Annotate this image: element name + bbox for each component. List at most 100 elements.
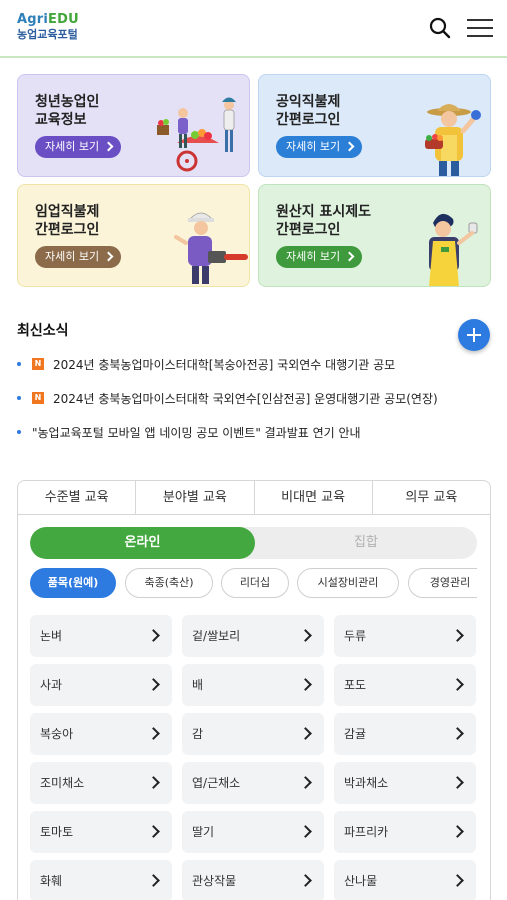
farmers-cart-illustration bbox=[157, 97, 236, 172]
chevron-right-icon bbox=[451, 727, 464, 740]
crop-grid-item-label: 사과 bbox=[40, 678, 63, 692]
crop-grid-item[interactable]: 겉/쌀보리 bbox=[182, 615, 324, 657]
bullet-dot bbox=[17, 362, 21, 366]
crop-grid-item-label: 파프리카 bbox=[344, 825, 389, 839]
crop-grid-item[interactable]: 관상작물 bbox=[182, 860, 324, 900]
chip-leadership[interactable]: 리더십 bbox=[221, 568, 289, 598]
card-detail-button[interactable]: 자세히 보기 bbox=[276, 136, 363, 158]
online-segment[interactable]: 온라인 bbox=[30, 527, 255, 559]
chevron-right-icon bbox=[147, 776, 160, 789]
crop-grid-item-label: 화훼 bbox=[40, 874, 63, 888]
latest-news-heading: 최신소식 bbox=[17, 323, 69, 339]
crop-grid-item[interactable]: 엽/근채소 bbox=[182, 762, 324, 804]
crop-grid-item-label: 배 bbox=[192, 678, 204, 692]
chevron-right-icon bbox=[299, 776, 312, 789]
crop-grid-item[interactable]: 복숭아 bbox=[30, 713, 172, 755]
online-offline-toggle: 온라인 집합 bbox=[30, 527, 477, 559]
forester-chainsaw-illustration bbox=[174, 212, 248, 284]
crop-grid-item-label: 겉/쌀보리 bbox=[192, 629, 241, 643]
tab-level-education[interactable]: 수준별 교육 bbox=[18, 481, 137, 514]
card-young-farmer-education[interactable]: 청년농업인 교육정보 자세히 보기 bbox=[17, 74, 250, 177]
chip-horticulture[interactable]: 품목(원예) bbox=[30, 568, 116, 598]
card-title: 원산지 표시제도 간편로그인 bbox=[276, 204, 372, 238]
chevron-right-icon bbox=[451, 629, 464, 642]
chevron-right-icon bbox=[299, 825, 312, 838]
crop-grid-item[interactable]: 파프리카 bbox=[334, 811, 476, 853]
vendor-apron-illustration bbox=[429, 213, 478, 286]
card-origin-labeling-login[interactable]: 원산지 표시제도 간편로그인 자세히 보기 bbox=[258, 184, 491, 287]
card-detail-button[interactable]: 자세히 보기 bbox=[35, 136, 122, 158]
chevron-right-icon bbox=[299, 727, 312, 740]
search-icon[interactable] bbox=[428, 16, 452, 40]
crop-grid-item-label: 딸기 bbox=[192, 825, 215, 839]
chevron-right-icon bbox=[147, 727, 160, 740]
crop-grid-item-label: 감귤 bbox=[344, 727, 367, 741]
crop-grid-item[interactable]: 박과채소 bbox=[334, 762, 476, 804]
chevron-right-icon bbox=[451, 825, 464, 838]
plus-icon[interactable] bbox=[458, 319, 490, 351]
crop-grid-item[interactable]: 산나물 bbox=[334, 860, 476, 900]
agriedu-logo[interactable]: AgriEDU 농업교육포털 bbox=[17, 12, 79, 42]
card-forestry-direct-payment-login[interactable]: 임업직불제 간편로그인 자세히 보기 bbox=[17, 184, 250, 287]
chevron-right-icon bbox=[451, 874, 464, 887]
card-detail-button[interactable]: 자세히 보기 bbox=[35, 246, 122, 268]
crop-grid-item-label: 복숭아 bbox=[40, 727, 74, 741]
crop-grid-item-label: 논벼 bbox=[40, 629, 63, 643]
hamburger-menu-icon[interactable] bbox=[466, 17, 494, 39]
chevron-right-icon bbox=[299, 629, 312, 642]
crop-grid-item-label: 산나물 bbox=[344, 874, 378, 888]
logo-edu-text: EDU bbox=[48, 12, 79, 27]
chip-livestock[interactable]: 축종(축산) bbox=[125, 568, 213, 598]
crop-grid-item-label: 토마토 bbox=[40, 825, 74, 839]
new-badge: N bbox=[32, 392, 44, 404]
chevron-right-icon bbox=[147, 825, 160, 838]
chevron-right-icon bbox=[299, 874, 312, 887]
crop-grid-item[interactable]: 토마토 bbox=[30, 811, 172, 853]
chevron-right-icon bbox=[147, 678, 160, 691]
crop-grid-item-label: 포도 bbox=[344, 678, 367, 692]
chevron-right-icon bbox=[147, 874, 160, 887]
new-badge: N bbox=[32, 358, 44, 370]
crop-grid-item[interactable]: 두류 bbox=[334, 615, 476, 657]
chevron-right-icon bbox=[451, 776, 464, 789]
logo-subtitle: 농업교육포털 bbox=[17, 28, 78, 41]
crop-grid-item[interactable]: 논벼 bbox=[30, 615, 172, 657]
category-chips: 품목(원예) 축종(축산) 리더십 시설장비관리 경영관리 bbox=[30, 568, 477, 600]
offline-segment[interactable]: 집합 bbox=[255, 527, 477, 559]
chip-business-management[interactable]: 경영관리 bbox=[408, 568, 477, 598]
card-public-direct-payment-login[interactable]: 공익직불제 간편로그인 자세히 보기 bbox=[258, 74, 491, 177]
crop-grid-item[interactable]: 사과 bbox=[30, 664, 172, 706]
card-detail-button[interactable]: 자세히 보기 bbox=[276, 246, 363, 268]
crop-grid-item[interactable]: 딸기 bbox=[182, 811, 324, 853]
crop-grid-item[interactable]: 감귤 bbox=[334, 713, 476, 755]
news-item[interactable]: "농업교육포털 모바일 앱 네이밍 공모 이벤트" 결과발표 연기 안내 bbox=[17, 423, 361, 441]
chevron-right-icon bbox=[299, 678, 312, 691]
crop-grid-item-label: 박과채소 bbox=[344, 776, 389, 790]
news-item[interactable]: N 2024년 충북농업마이스터대학 국외연수[인삼전공] 운영대행기관 공모(… bbox=[17, 389, 438, 407]
crop-grid-item-label: 엽/근채소 bbox=[192, 776, 241, 790]
news-item-text: 2024년 충북농업마이스터대학 국외연수[인삼전공] 운영대행기관 공모(연장… bbox=[53, 391, 438, 406]
tab-field-education[interactable]: 분야별 교육 bbox=[136, 481, 255, 514]
crop-grid-item-label: 두류 bbox=[344, 629, 367, 643]
tab-bar: 수준별 교육 분야별 교육 비대면 교육 의무 교육 bbox=[18, 481, 490, 515]
chevron-right-icon bbox=[147, 629, 160, 642]
crop-grid-item[interactable]: 감 bbox=[182, 713, 324, 755]
crop-grid-item[interactable]: 화훼 bbox=[30, 860, 172, 900]
news-item-text: "농업교육포털 모바일 앱 네이밍 공모 이벤트" 결과발표 연기 안내 bbox=[32, 425, 361, 440]
logo-agri-text: Agri bbox=[17, 12, 49, 27]
crop-grid-item[interactable]: 포도 bbox=[334, 664, 476, 706]
tab-remote-education[interactable]: 비대면 교육 bbox=[255, 481, 373, 514]
card-title: 임업직불제 간편로그인 bbox=[35, 204, 100, 238]
chevron-right-icon bbox=[451, 678, 464, 691]
crop-grid-item[interactable]: 배 bbox=[182, 664, 324, 706]
news-item[interactable]: N 2024년 충북농업마이스터대학[복숭아전공] 국외연수 대행기관 공모 bbox=[17, 355, 395, 373]
farmer-with-basket-illustration bbox=[425, 104, 481, 176]
bullet-dot bbox=[17, 396, 21, 400]
chip-facility-management[interactable]: 시설장비관리 bbox=[297, 568, 399, 598]
bullet-dot bbox=[17, 430, 21, 434]
tab-mandatory-education[interactable]: 의무 교육 bbox=[373, 481, 490, 514]
card-title: 공익직불제 간편로그인 bbox=[276, 94, 341, 128]
news-item-text: 2024년 충북농업마이스터대학[복숭아전공] 국외연수 대행기관 공모 bbox=[53, 357, 396, 372]
crop-grid-item[interactable]: 조미채소 bbox=[30, 762, 172, 804]
crop-grid-item-label: 조미채소 bbox=[40, 776, 85, 790]
